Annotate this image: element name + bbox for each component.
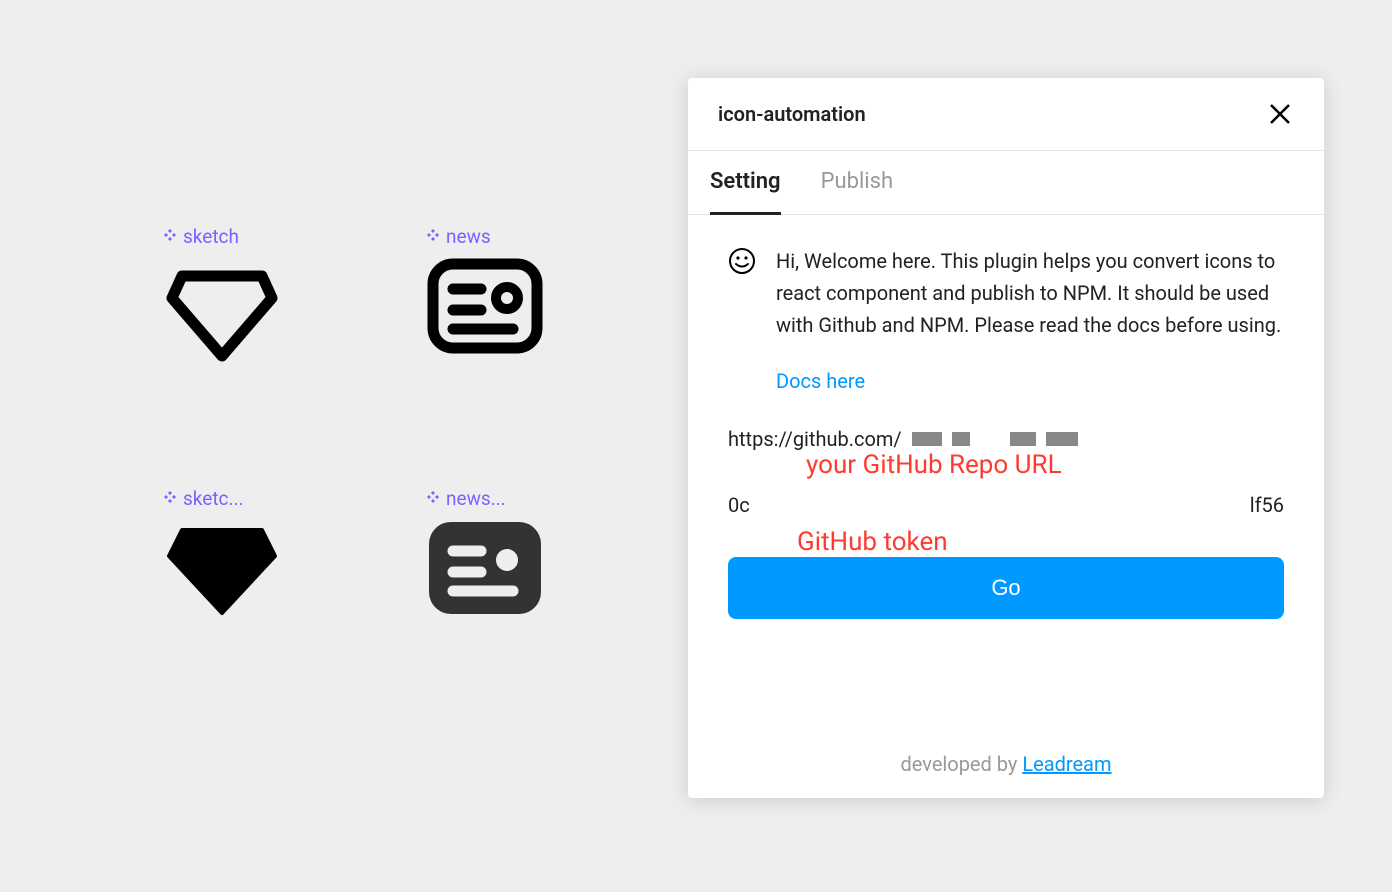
close-button[interactable] (1266, 100, 1294, 128)
close-icon (1269, 103, 1291, 125)
panel-header: icon-automation (688, 78, 1324, 151)
sketch-icon (162, 256, 282, 366)
panel-title: icon-automation (718, 102, 866, 126)
sketch-filled-icon (162, 518, 282, 618)
welcome-text: Hi, Welcome here. This plugin helps you … (776, 245, 1284, 341)
go-button[interactable]: Go (728, 557, 1284, 619)
news-filled-icon (425, 518, 545, 618)
smile-icon (728, 247, 756, 275)
redacted-segment (912, 432, 942, 446)
component-icon (425, 491, 441, 507)
layer-news-filled[interactable]: news... (425, 487, 545, 618)
layer-sketch[interactable]: sketch (162, 225, 282, 366)
layer-label: sketch (183, 225, 239, 248)
plugin-panel: icon-automation Setting Publish Hi, Welc… (688, 78, 1324, 798)
repo-url-value: https://github.com/ (728, 427, 902, 451)
tab-publish[interactable]: Publish (821, 151, 894, 214)
annotation-github-token: GitHub token (797, 527, 948, 557)
redacted-segment (1046, 432, 1078, 446)
layer-news[interactable]: news (425, 225, 545, 356)
token-suffix: lf56 (1250, 493, 1284, 517)
footer-text: developed by (901, 752, 1023, 776)
layer-sketch-filled[interactable]: sketc... (162, 487, 282, 618)
github-url-input[interactable]: https://github.com/ (728, 427, 1284, 451)
tab-setting[interactable]: Setting (710, 151, 781, 215)
component-icon (425, 229, 441, 245)
panel-footer: developed by Leadream (688, 730, 1324, 798)
layer-label: news (446, 225, 491, 248)
footer-link[interactable]: Leadream (1022, 752, 1111, 776)
panel-body: Hi, Welcome here. This plugin helps you … (688, 215, 1324, 730)
figma-canvas: sketch news sketc... (0, 0, 1392, 892)
redacted-segment (1010, 432, 1036, 446)
layer-label: news... (446, 487, 506, 510)
tab-bar: Setting Publish (688, 151, 1324, 215)
component-icon (162, 491, 178, 507)
redacted-segment (952, 432, 970, 446)
token-prefix: 0c (728, 493, 750, 517)
component-icon (162, 229, 178, 245)
docs-link[interactable]: Docs here (776, 369, 1284, 393)
github-token-input[interactable]: 0c lf56 (728, 493, 1284, 517)
annotation-repo-url: your GitHub Repo URL (806, 450, 1062, 480)
layer-label: sketc... (183, 487, 244, 510)
news-icon (425, 256, 545, 356)
